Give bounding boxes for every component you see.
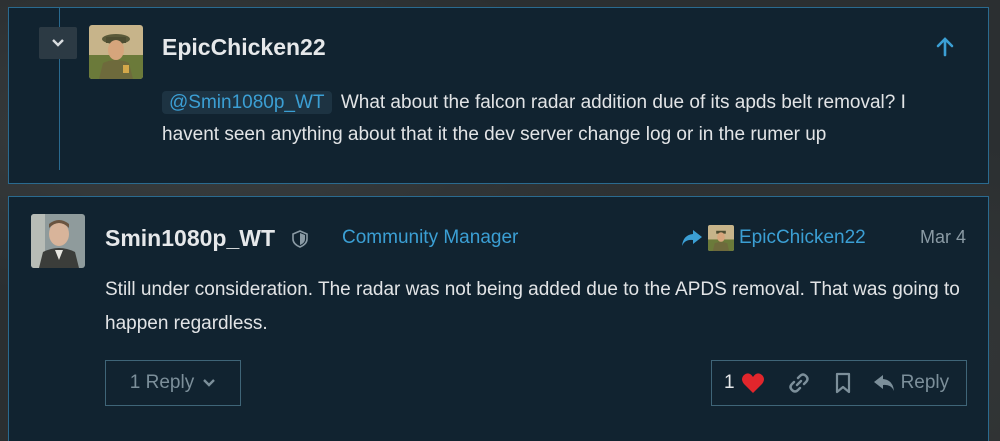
- arrow-up-icon[interactable]: [934, 36, 956, 58]
- username[interactable]: Smin1080p_WT: [105, 225, 275, 252]
- avatar[interactable]: [89, 25, 143, 79]
- collapse-button[interactable]: [39, 27, 77, 59]
- username[interactable]: EpicChicken22: [162, 34, 326, 61]
- user-mention[interactable]: @Smin1080p_WT: [162, 91, 332, 114]
- heart-icon[interactable]: [741, 371, 765, 395]
- chevron-down-icon: [203, 379, 216, 387]
- post-actions: 1 Reply: [711, 360, 967, 406]
- post-body: Still under consideration. The radar was…: [105, 279, 960, 334]
- replies-label: 1 Reply: [129, 372, 195, 393]
- reply-button[interactable]: Reply: [873, 372, 950, 394]
- show-replies-button[interactable]: 1 Reply: [105, 360, 241, 406]
- reply-to-username: EpicChicken22: [739, 227, 866, 248]
- reply-label: Reply: [900, 372, 950, 393]
- reply-post: Smin1080p_WT Community Manager EpicChick…: [8, 196, 989, 441]
- post-body: @Smin1080p_WT What about the falcon rada…: [162, 87, 962, 151]
- link-icon[interactable]: [787, 371, 811, 395]
- post-date[interactable]: Mar 4: [920, 227, 966, 248]
- avatar[interactable]: [31, 214, 85, 268]
- parent-post: EpicChicken22 @Smin1080p_WT What about t…: [8, 7, 989, 184]
- avatar: [708, 225, 734, 251]
- like-count[interactable]: 1: [724, 372, 735, 394]
- shield-icon: [292, 230, 308, 248]
- reply-icon: [873, 375, 894, 391]
- chevron-down-icon: [52, 39, 64, 47]
- share-arrow-icon: [682, 230, 702, 246]
- user-title: Community Manager: [342, 227, 519, 248]
- reply-to-link[interactable]: EpicChicken22: [681, 225, 866, 251]
- bookmark-icon[interactable]: [831, 371, 855, 395]
